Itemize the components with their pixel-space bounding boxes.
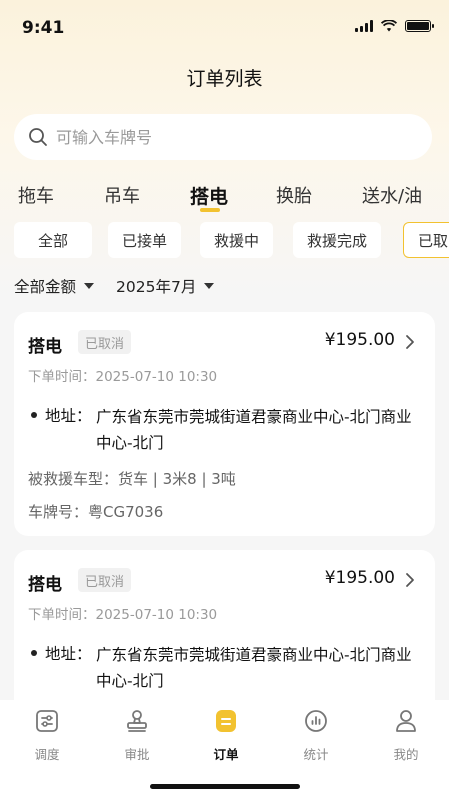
stamp-icon [127, 710, 147, 732]
chip-cancelled[interactable]: 已取 [403, 222, 449, 258]
tabbar-label: 我的 [393, 747, 419, 762]
tabbar-profile[interactable]: 我的 [374, 708, 438, 763]
dispatch-icon [36, 710, 58, 732]
chip-in-rescue[interactable]: 救援中 [200, 222, 274, 258]
address-text: 广东省东莞市莞城街道君豪商业中心-北门商业中心-北门 [96, 408, 412, 452]
search-icon [29, 128, 47, 146]
tab-tire-change[interactable]: 换胎 [276, 182, 312, 208]
page-title: 订单列表 [186, 68, 263, 90]
chart-icon [305, 710, 327, 732]
tabbar-label: 审批 [124, 747, 150, 762]
tabbar-approval[interactable]: 审批 [105, 708, 169, 763]
amount-filter-label: 全部金额 [14, 278, 77, 296]
order-type: 搭电 [28, 337, 62, 357]
status-icons [355, 20, 434, 32]
tab-crane[interactable]: 吊车 [104, 182, 140, 208]
bullet-dot [31, 650, 37, 656]
bullet-dot [31, 412, 37, 418]
tabbar-label: 订单 [213, 747, 239, 762]
status-bar: 9:41 [0, 0, 449, 52]
address-label: 地址： [45, 407, 92, 425]
status-time: 9:41 [22, 18, 65, 38]
status-badge: 已取消 [78, 568, 132, 592]
order-time: 下单时间：2025-07-10 10:30 [28, 607, 218, 623]
user-icon [396, 710, 416, 732]
vehicle-type: 被救援车型：货车 | 3米8 | 3吨 [28, 470, 236, 488]
license-plate: 车牌号：粤CG7036 [28, 503, 164, 521]
order-price: ¥195.00 [324, 330, 395, 350]
battery-icon [405, 20, 434, 32]
search-bar[interactable] [14, 114, 432, 160]
order-type: 搭电 [28, 575, 62, 595]
tabbar-statistics[interactable]: 统计 [284, 708, 348, 763]
wifi-icon [381, 20, 397, 32]
service-tabs: 拖车 吊车 搭电 换胎 送水/油 [0, 182, 449, 222]
caret-down-icon [84, 283, 95, 289]
caret-down-icon [204, 283, 215, 289]
search-input[interactable] [56, 127, 396, 147]
chip-accepted[interactable]: 已接单 [108, 222, 182, 258]
chip-all[interactable]: 全部 [14, 222, 92, 258]
order-time: 下单时间：2025-07-10 10:30 [28, 369, 218, 385]
active-tab-indicator [200, 208, 220, 212]
address-text: 广东省东莞市莞城街道君豪商业中心-北门商业中心-北门 [96, 646, 412, 690]
status-badge: 已取消 [78, 330, 132, 354]
tab-towing[interactable]: 拖车 [18, 182, 54, 208]
chip-rescue-completed[interactable]: 救援完成 [293, 222, 382, 258]
home-indicator [150, 784, 300, 789]
tabbar-label: 调度 [34, 747, 60, 762]
address-label: 地址： [45, 645, 92, 663]
order-card[interactable]: 搭电 已取消 ¥195.00 下单时间：2025-07-10 10:30 地址：… [14, 550, 435, 720]
tabbar-orders[interactable]: 订单 [194, 708, 258, 763]
order-card[interactable]: 搭电 已取消 ¥195.00 下单时间：2025-07-10 10:30 地址：… [14, 312, 435, 536]
signal-icon [355, 20, 373, 32]
status-filter-chips: 全部 已接单 救援中 救援完成 已取 [14, 222, 449, 258]
chevron-right-icon [406, 335, 414, 349]
month-filter-label: 2025年7月 [116, 278, 197, 296]
month-filter-dropdown[interactable]: 2025年7月 [116, 275, 215, 297]
tabbar-label: 统计 [303, 747, 329, 762]
amount-filter-dropdown[interactable]: 全部金额 [14, 275, 95, 297]
order-icon [216, 710, 236, 732]
chevron-right-icon [406, 573, 414, 587]
tabbar-dispatch[interactable]: 调度 [15, 708, 79, 763]
order-price: ¥195.00 [324, 568, 395, 588]
tab-water-fuel[interactable]: 送水/油 [362, 182, 422, 208]
filter-row: 全部金额 2025年7月 [14, 275, 215, 297]
tab-jump-start[interactable]: 搭电 [190, 182, 228, 209]
